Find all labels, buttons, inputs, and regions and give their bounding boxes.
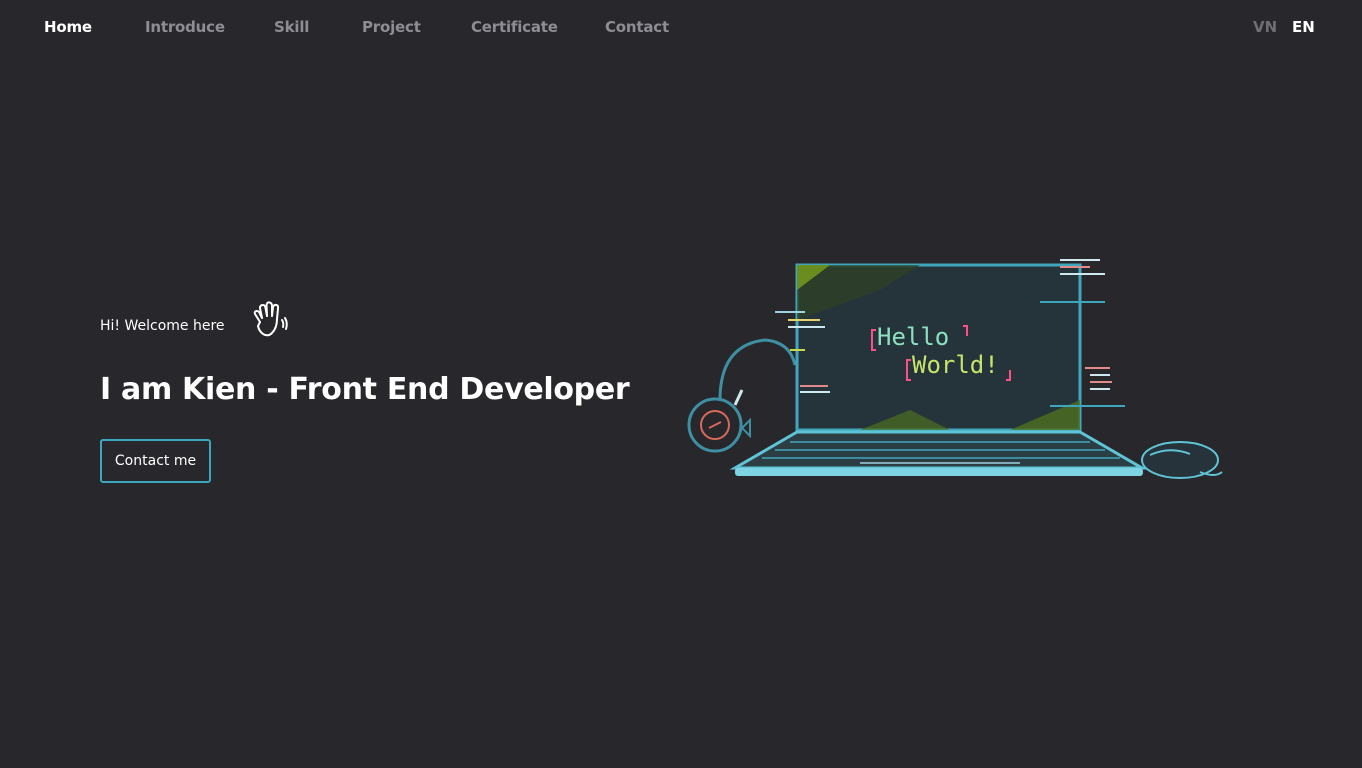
headphones-icon <box>687 338 797 453</box>
laptop-screen: Hello World! <box>775 259 1125 432</box>
nav-item-skill[interactable]: Skill <box>274 18 309 36</box>
laptop-keyboard <box>729 430 1148 476</box>
nav-item-home[interactable]: Home <box>44 18 92 36</box>
hero-headline: I am Kien - Front End Developer <box>100 372 630 407</box>
contact-me-button[interactable]: Contact me <box>100 439 211 483</box>
language-en[interactable]: EN <box>1292 18 1315 36</box>
mouse-icon <box>1141 441 1223 479</box>
screen-text-hello: Hello <box>877 323 949 351</box>
language-vn[interactable]: VN <box>1253 18 1277 36</box>
greeting-text: Hi! Welcome here <box>100 318 225 334</box>
waving-hand-icon <box>253 301 288 337</box>
nav-item-project[interactable]: Project <box>362 18 421 36</box>
nav-item-certificate[interactable]: Certificate <box>471 18 558 36</box>
nav-item-contact[interactable]: Contact <box>605 18 669 36</box>
laptop-illustration: Hello World! <box>687 259 1223 479</box>
nav-item-introduce[interactable]: Introduce <box>145 18 225 36</box>
greeting-row: Hi! Welcome here <box>100 300 400 344</box>
top-navigation: Home Introduce Skill Project Certificate… <box>0 0 1362 56</box>
screen-text-world: World! <box>912 351 999 379</box>
